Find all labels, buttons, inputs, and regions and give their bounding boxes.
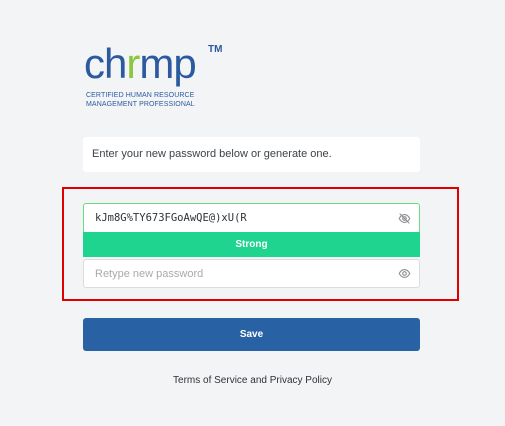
footer-joiner: and: [247, 375, 270, 386]
footer-links: Terms of Service and Privacy Policy: [0, 375, 505, 386]
password-strength-indicator: Strong: [83, 232, 420, 257]
logo-trademark: TM: [208, 44, 223, 55]
eye-icon[interactable]: [398, 267, 411, 280]
logo-subtitle: CERTIFIED HUMAN RESOURCE MANAGEMENT PROF…: [86, 92, 195, 108]
chrmp-logo: chrmp TM CERTIFIED HUMAN RESOURCE MANAGE…: [84, 42, 234, 112]
privacy-policy-link[interactable]: Privacy Policy: [270, 375, 332, 386]
retype-password-input[interactable]: [84, 260, 384, 287]
retype-password-field: [83, 259, 420, 288]
reset-message: Enter your new password below or generat…: [83, 137, 420, 172]
logo-wordmark: chrmp: [84, 40, 197, 87]
terms-of-service-link[interactable]: Terms of Service: [173, 375, 247, 386]
save-button[interactable]: Save: [83, 318, 420, 351]
new-password-field: [83, 203, 420, 232]
new-password-input[interactable]: [84, 204, 384, 232]
eye-slash-icon[interactable]: [398, 212, 411, 225]
